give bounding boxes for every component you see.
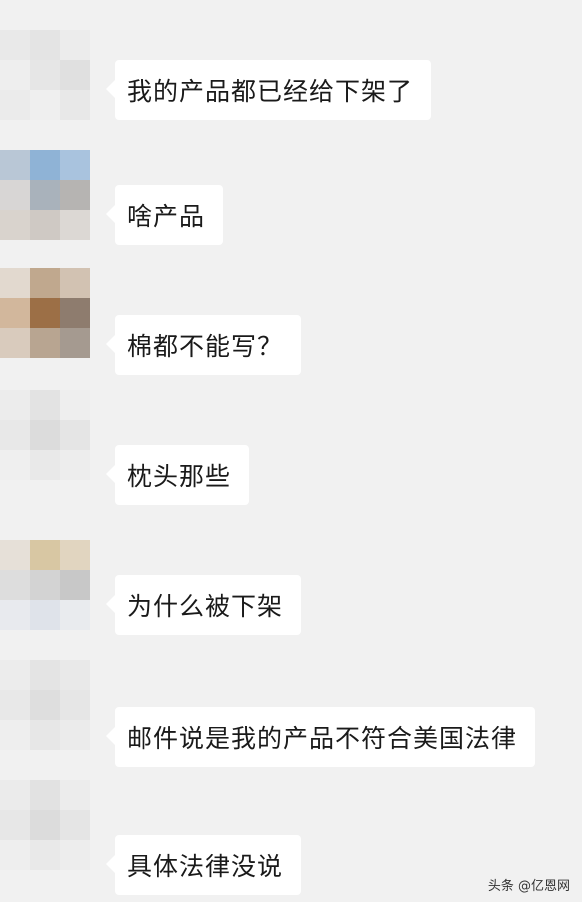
avatar-mosaic-tile	[30, 420, 60, 450]
avatar-mosaic-tile	[60, 540, 90, 570]
avatar-mosaic-tile	[60, 660, 90, 690]
avatar-mosaic-tile	[30, 298, 60, 328]
avatar-mosaic-tile	[60, 420, 90, 450]
avatar-mosaic-tile	[30, 810, 60, 840]
avatar-mosaic-tile	[0, 690, 30, 720]
message-bubble[interactable]: 为什么被下架	[105, 575, 302, 635]
avatar-mosaic-tile	[60, 268, 90, 298]
avatar-mosaic-tile	[30, 690, 60, 720]
avatar-mosaic-tile	[60, 30, 90, 60]
avatar-mosaic-tile	[0, 540, 30, 570]
message-bubble[interactable]: 啥产品	[105, 185, 224, 245]
chat-message: 棉都不能写？	[0, 268, 582, 388]
avatar-mosaic-tile	[0, 420, 30, 450]
avatar-mosaic-tile	[0, 840, 30, 870]
avatar-mosaic-tile	[30, 450, 60, 480]
avatar-mosaic-tile	[30, 660, 60, 690]
message-bubble[interactable]: 我的产品都已经给下架了	[105, 60, 432, 120]
avatar-mosaic-tile	[0, 210, 30, 240]
avatar-mosaic-tile	[0, 150, 30, 180]
message-bubble[interactable]: 邮件说是我的产品不符合美国法律	[105, 707, 536, 767]
avatar-mosaic-tile	[30, 150, 60, 180]
avatar-mosaic-tile	[60, 570, 90, 600]
avatar-mosaic-tile	[60, 690, 90, 720]
avatar-mosaic-tile	[30, 60, 60, 90]
avatar-mosaic-tile	[30, 328, 60, 358]
chat-transcript: 我的产品都已经给下架了 啥产品 棉都不能写？ 枕头那些 为什么被下架 邮件说是我…	[0, 0, 582, 902]
avatar-mosaic-tile	[0, 600, 30, 630]
watermark: 头条 @亿恩网	[487, 879, 570, 894]
chat-message: 为什么被下架	[0, 540, 582, 660]
avatar-mosaic-tile	[0, 298, 30, 328]
avatar-mosaic-tile	[0, 328, 30, 358]
avatar-mosaic-tile	[0, 180, 30, 210]
avatar-mosaic-tile	[30, 30, 60, 60]
avatar-mosaic-tile	[30, 268, 60, 298]
avatar-mosaic-tile	[60, 840, 90, 870]
avatar-mosaic-tile	[0, 660, 30, 690]
avatar-mosaic-tile	[30, 840, 60, 870]
avatar-mosaic-tile	[0, 720, 30, 750]
avatar-mosaic-tile	[30, 90, 60, 120]
avatar-mosaic-tile	[60, 390, 90, 420]
avatar-mosaic-tile	[0, 30, 30, 60]
avatar-mosaic-tile	[0, 90, 30, 120]
avatar-mosaic-tile	[30, 780, 60, 810]
chat-message: 邮件说是我的产品不符合美国法律	[0, 660, 582, 780]
avatar-mosaic-tile	[0, 390, 30, 420]
avatar-mosaic-tile	[60, 180, 90, 210]
avatar-mosaic-tile	[60, 720, 90, 750]
avatar-mosaic-tile	[30, 540, 60, 570]
avatar-mosaic-tile	[0, 810, 30, 840]
avatar-mosaic-tile	[60, 210, 90, 240]
avatar-mosaic-tile	[30, 390, 60, 420]
avatar-mosaic-tile	[0, 60, 30, 90]
message-bubble[interactable]: 棉都不能写？	[105, 315, 302, 375]
avatar-mosaic-tile	[60, 600, 90, 630]
avatar-mosaic-tile	[0, 780, 30, 810]
avatar-mosaic-tile	[0, 570, 30, 600]
avatar-mosaic-tile	[30, 600, 60, 630]
message-bubble[interactable]: 具体法律没说	[105, 835, 302, 895]
avatar-mosaic-tile	[30, 720, 60, 750]
chat-message: 啥产品	[0, 150, 582, 270]
avatar-mosaic-tile	[60, 60, 90, 90]
avatar-mosaic-tile	[60, 298, 90, 328]
avatar-mosaic-tile	[60, 328, 90, 358]
avatar-mosaic-tile	[60, 780, 90, 810]
avatar-mosaic-tile	[0, 450, 30, 480]
avatar-mosaic-tile	[0, 268, 30, 298]
avatar-mosaic-tile	[60, 150, 90, 180]
avatar-mosaic-tile	[30, 570, 60, 600]
message-bubble[interactable]: 枕头那些	[105, 445, 250, 505]
avatar-mosaic-tile	[30, 180, 60, 210]
chat-message: 我的产品都已经给下架了	[0, 30, 582, 150]
avatar-mosaic-tile	[60, 810, 90, 840]
avatar-mosaic-tile	[60, 90, 90, 120]
avatar-mosaic-tile	[60, 450, 90, 480]
chat-message: 枕头那些	[0, 390, 582, 510]
avatar-mosaic-tile	[30, 210, 60, 240]
